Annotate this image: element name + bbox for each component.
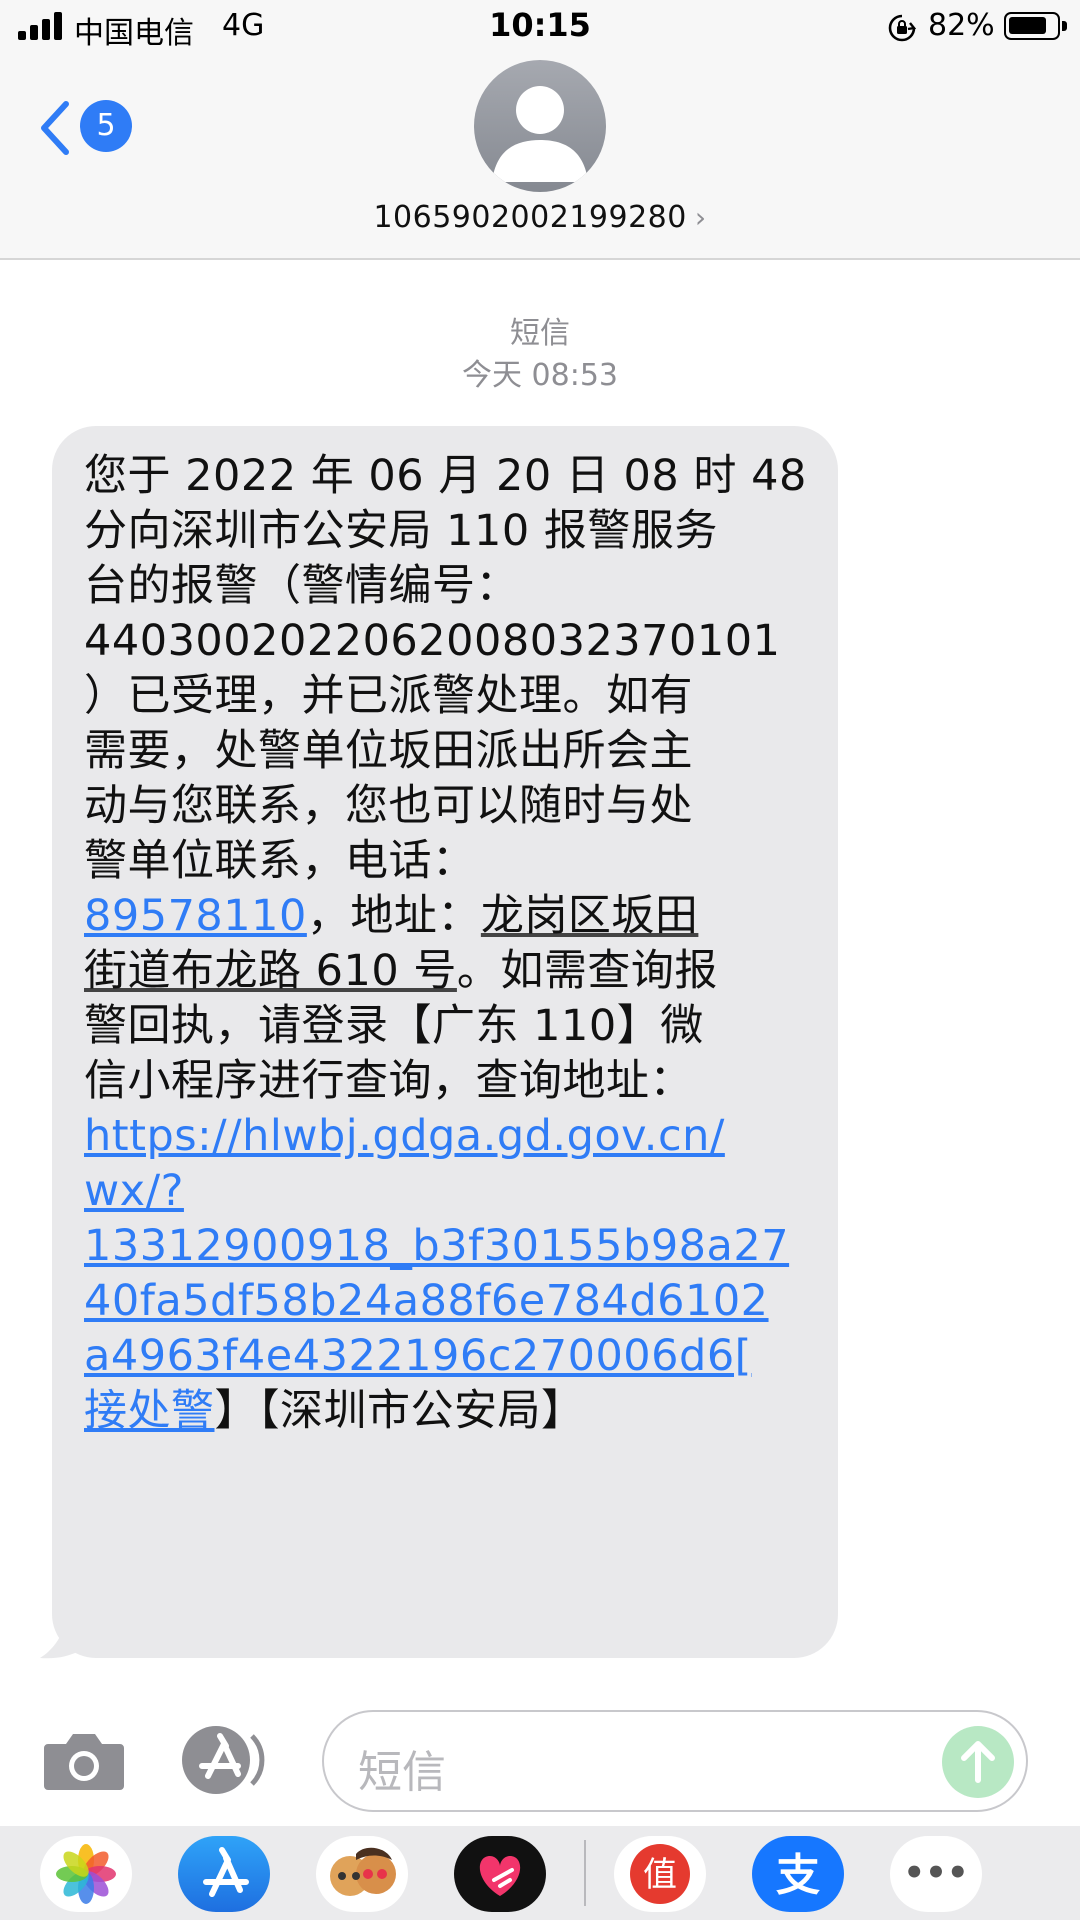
status-time: 10:15 bbox=[489, 6, 591, 44]
message-line: 4403002022062008032370101 bbox=[84, 615, 824, 675]
message-address[interactable]: 龙岗区坂田 bbox=[481, 891, 699, 941]
unread-count-badge: 5 bbox=[80, 100, 132, 152]
message-link[interactable]: https://hlwbj.gdga.gd.gov.cn/ bbox=[84, 1111, 725, 1161]
message-text: 您于 2022 年 06 月 20 日 08 时 48 bbox=[84, 451, 807, 501]
battery-icon bbox=[1004, 12, 1067, 40]
alipay-app-label: 支 bbox=[776, 1850, 820, 1901]
contact-avatar-icon[interactable] bbox=[474, 60, 606, 192]
message-line: 警单位联系，电话： bbox=[84, 835, 824, 895]
message-line: 需要，处警单位坂田派出所会主 bbox=[84, 725, 824, 785]
message-line: 接处警】【深圳市公安局】 bbox=[84, 1385, 824, 1445]
digital-touch-app-icon[interactable] bbox=[454, 1836, 546, 1912]
message-timestamp: 今天 08:53 bbox=[462, 358, 618, 393]
message-text: 信小程序进行查询，查询地址： bbox=[84, 1056, 693, 1106]
back-chevron-icon bbox=[41, 101, 69, 155]
drawer-divider bbox=[584, 1840, 586, 1906]
message-link[interactable]: 40fa5df58b24a88f6e784d6102 bbox=[84, 1276, 769, 1326]
message-line: wx/? bbox=[84, 1165, 824, 1225]
message-service-label: 短信 bbox=[510, 316, 570, 351]
message-input[interactable]: 短信 bbox=[322, 1710, 1028, 1812]
back-button[interactable]: 5 bbox=[38, 94, 138, 164]
photos-app-icon[interactable] bbox=[40, 1836, 132, 1912]
message-line: 台的报警（警情编号： bbox=[84, 560, 824, 620]
more-apps-icon[interactable]: ••• bbox=[890, 1836, 982, 1912]
message-line: 动与您联系，您也可以随时与处 bbox=[84, 780, 824, 840]
message-line: 分向深圳市公安局 110 报警服务 bbox=[84, 505, 824, 565]
message-address[interactable]: 街道布龙路 610 号 bbox=[84, 946, 457, 996]
message-line: https://hlwbj.gdga.gd.gov.cn/ bbox=[84, 1110, 824, 1170]
message-link[interactable]: 89578110 bbox=[84, 891, 307, 941]
contact-number-text: 1065902002199280 bbox=[373, 200, 687, 235]
message-line: 警回执，请登录【广东 110】微 bbox=[84, 1000, 824, 1060]
message-link[interactable]: 13312900918_b3f30155b98a27 bbox=[84, 1221, 789, 1271]
orientation-lock-icon bbox=[888, 14, 916, 42]
message-line: 89578110，地址：龙岗区坂田 bbox=[84, 890, 824, 950]
conversation-header: 5 1065902002199280 › bbox=[0, 56, 1080, 260]
zhi-app-label: 值 bbox=[643, 1855, 677, 1895]
message-link[interactable]: 接处警 bbox=[84, 1386, 215, 1436]
message-line: 信小程序进行查询，查询地址： bbox=[84, 1055, 824, 1115]
message-text: 动与您联系，您也可以随时与处 bbox=[84, 781, 693, 831]
camera-icon[interactable] bbox=[42, 1728, 126, 1792]
message-link[interactable]: wx/? bbox=[84, 1166, 184, 1216]
message-text: 】【深圳市公安局】 bbox=[214, 1386, 585, 1436]
more-apps-label: ••• bbox=[903, 1853, 968, 1893]
chevron-right-icon: › bbox=[694, 201, 707, 234]
message-line: a4963f4e4322196c270006d6[ bbox=[84, 1330, 824, 1390]
message-text: ）已受理，并已派警处理。如有 bbox=[84, 671, 693, 721]
message-input-placeholder: 短信 bbox=[358, 1747, 446, 1798]
zhi-app-icon[interactable]: 值 bbox=[614, 1836, 706, 1912]
message-text: 台的报警（警情编号： bbox=[84, 561, 519, 611]
contact-number[interactable]: 1065902002199280 › bbox=[0, 200, 1080, 235]
message-line: 40fa5df58b24a88f6e784d6102 bbox=[84, 1275, 824, 1335]
message-text: 警单位联系，电话： bbox=[84, 836, 476, 886]
message-line: 13312900918_b3f30155b98a27 bbox=[84, 1220, 824, 1280]
message-line: 街道布龙路 610 号。如需查询报 bbox=[84, 945, 824, 1005]
send-arrow-icon bbox=[961, 1741, 995, 1783]
battery-percent: 82% bbox=[928, 8, 995, 43]
message-link[interactable]: a4963f4e4322196c270006d6[ bbox=[84, 1331, 752, 1381]
message-line: 您于 2022 年 06 月 20 日 08 时 48 bbox=[84, 450, 824, 510]
message-line: ）已受理，并已派警处理。如有 bbox=[84, 670, 824, 730]
message-text: ，地址： bbox=[306, 891, 481, 941]
app-store-app-icon[interactable] bbox=[178, 1836, 270, 1912]
memoji-app-icon[interactable] bbox=[316, 1836, 408, 1912]
message-text: 4403002022062008032370101 bbox=[84, 616, 781, 666]
message-text: 分向深圳市公安局 110 报警服务 bbox=[84, 506, 718, 556]
message-text: 警回执，请登录【广东 110】微 bbox=[84, 1001, 704, 1051]
message-text: 。如需查询报 bbox=[456, 946, 718, 996]
alipay-app-icon[interactable]: 支 bbox=[752, 1836, 844, 1912]
app-store-icon[interactable] bbox=[180, 1724, 276, 1796]
message-text: 需要，处警单位坂田派出所会主 bbox=[84, 726, 693, 776]
status-bar: 中国电信 4G 10:15 82% bbox=[0, 0, 1080, 56]
send-button[interactable] bbox=[942, 1726, 1014, 1798]
app-drawer: 值 支 ••• bbox=[0, 1826, 1080, 1920]
